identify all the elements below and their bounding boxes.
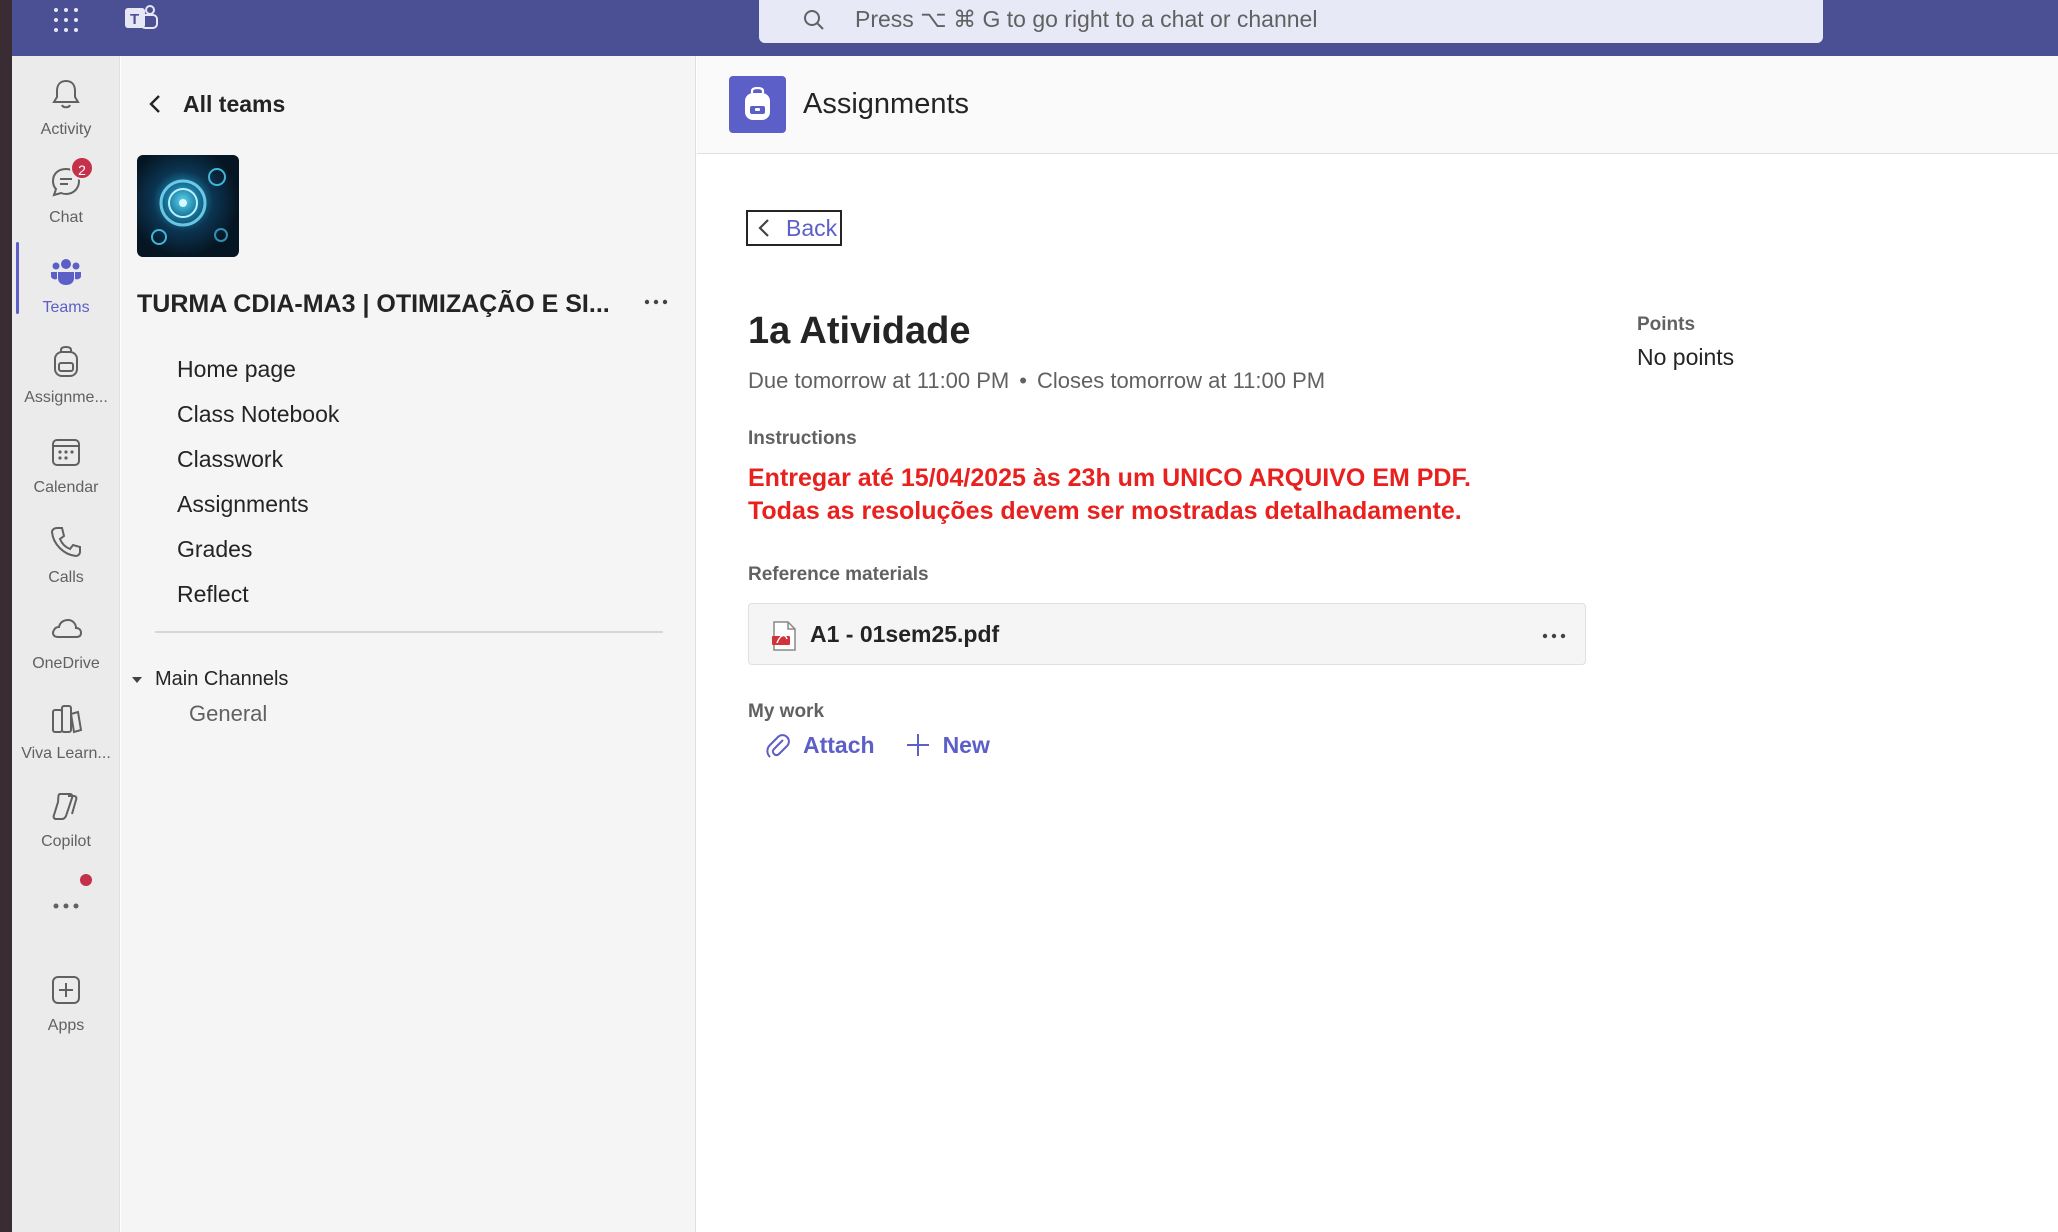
rail-item-copilot[interactable]: Copilot — [12, 778, 120, 862]
assignment-pane: Assignments Back 1a Atividade Due tomorr… — [697, 56, 2058, 1232]
rail-label: Teams — [42, 299, 90, 316]
nav-divider — [155, 631, 663, 633]
team-more-options-icon[interactable] — [641, 286, 671, 316]
instructions-text: Entregar até 15/04/2025 às 23h um UNICO … — [748, 462, 1471, 528]
rail-item-onedrive[interactable]: OneDrive — [12, 600, 120, 684]
all-teams-button[interactable]: All teams — [145, 84, 285, 124]
add-app-icon — [52, 976, 80, 1004]
phone-icon — [50, 527, 81, 558]
my-work-actions: Attach New — [765, 731, 990, 759]
plus-icon — [906, 734, 929, 756]
attach-label: Attach — [803, 731, 875, 758]
nav-link-home-page[interactable]: Home page — [177, 356, 296, 383]
nav-link-classwork[interactable]: Classwork — [177, 446, 283, 473]
instructions-label: Instructions — [748, 428, 857, 449]
rail-item-viva-learning[interactable]: Viva Learn... — [12, 690, 120, 774]
points-label: Points — [1637, 314, 1696, 335]
title-bar: T Press ⌥ ⌘ G to go right to a chat or c… — [0, 0, 2058, 56]
rail-label: Assignme... — [24, 389, 108, 406]
calendar-icon — [52, 439, 80, 466]
window-edge — [0, 0, 12, 1232]
rail-label: OneDrive — [32, 655, 100, 672]
team-avatar — [137, 155, 239, 257]
assignment-title: 1a Atividade — [748, 310, 971, 352]
chat-badge: 2 — [70, 156, 94, 180]
notification-dot — [80, 874, 92, 886]
all-teams-label: All teams — [183, 90, 286, 117]
nav-link-assignments[interactable]: Assignments — [177, 491, 309, 518]
nav-link-reflect[interactable]: Reflect — [177, 581, 249, 608]
app-launcher-icon[interactable] — [52, 6, 80, 34]
app-header: Assignments — [697, 56, 2058, 154]
channel-general[interactable]: General — [189, 701, 267, 727]
due-date: Due tomorrow at 11:00 PM — [748, 368, 1010, 393]
rail-item-teams[interactable]: Teams — [12, 244, 120, 328]
new-label: New — [942, 731, 990, 758]
rail-label: Activity — [40, 121, 92, 138]
paperclip-icon — [766, 734, 790, 758]
rail-label: Calls — [48, 569, 84, 586]
backpack-icon — [745, 87, 770, 120]
rail-label: Copilot — [41, 833, 91, 850]
new-button[interactable]: New — [905, 732, 990, 759]
rail-item-calls[interactable]: Calls — [12, 514, 120, 598]
page-title: Assignments — [803, 88, 970, 120]
app-rail: Activity Chat 2 Teams Assignme... Calend… — [12, 56, 120, 1232]
copilot-icon — [52, 793, 78, 820]
rail-item-chat[interactable]: Chat — [12, 154, 120, 238]
rail-item-more[interactable] — [12, 866, 120, 926]
search-box[interactable]: Press ⌥ ⌘ G to go right to a chat or cha… — [759, 0, 1823, 43]
team-image-icon — [151, 168, 228, 245]
reference-file-name: A1 - 01sem25.pdf — [810, 621, 1000, 647]
chevron-left-icon — [758, 219, 769, 237]
due-info: Due tomorrow at 11:00 PM • Closes tomorrow… — [748, 368, 1325, 394]
my-work-label: My work — [748, 701, 825, 722]
teams-logo-icon: T — [125, 5, 158, 29]
close-date: Closes tomorrow at 11:00 PM — [1036, 368, 1326, 393]
nav-link-class-notebook[interactable]: Class Notebook — [177, 401, 339, 428]
reference-materials-label: Reference materials — [748, 564, 929, 585]
instructions-line: Todas as resoluções devem ser mostradas … — [748, 497, 1462, 525]
rail-label: Chat — [49, 209, 83, 226]
backpack-icon — [54, 345, 78, 377]
channels-header-label: Main Channels — [155, 668, 289, 690]
search-placeholder: Press ⌥ ⌘ G to go right to a chat or cha… — [855, 6, 1318, 32]
reference-file-card[interactable]: A1 - 01sem25.pdf — [748, 603, 1586, 665]
team-name: TURMA CDIA-MA3 | OTIMIZAÇÃO E SI... — [137, 290, 610, 318]
caret-down-icon — [132, 676, 142, 683]
pdf-file-icon — [772, 621, 796, 651]
teams-icon — [51, 259, 81, 285]
rail-item-activity[interactable]: Activity — [12, 66, 120, 150]
rail-label: Calendar — [33, 479, 99, 496]
points-value: No points — [1637, 344, 1735, 370]
back-label: Back — [786, 214, 838, 241]
assignments-app-icon — [729, 76, 786, 133]
team-navigation: All teams TURMA CDIA-MA3 | OTIMIZAÇÃO E … — [121, 56, 696, 1232]
instructions-line: Entregar até 15/04/2025 às 23h um UNICO … — [748, 464, 1471, 492]
books-icon — [52, 705, 83, 734]
cloud-icon — [52, 618, 83, 638]
attach-button[interactable]: Attach — [765, 731, 875, 759]
rail-label: Apps — [47, 1017, 85, 1034]
channels-header[interactable]: Main Channels — [131, 668, 288, 691]
rail-item-assignments[interactable]: Assignme... — [12, 334, 120, 418]
svg-text:T: T — [130, 11, 139, 28]
chevron-left-icon — [149, 95, 160, 113]
due-separator: • — [1019, 368, 1027, 393]
rail-item-calendar[interactable]: Calendar — [12, 424, 120, 508]
bell-icon — [52, 79, 80, 109]
nav-link-grades[interactable]: Grades — [177, 536, 252, 563]
more-icon — [53, 903, 79, 909]
rail-item-apps[interactable]: Apps — [12, 962, 120, 1046]
rail-label: Viva Learn... — [21, 745, 111, 762]
file-more-options-icon[interactable] — [1539, 621, 1569, 651]
search-icon — [804, 10, 824, 30]
back-button[interactable]: Back — [746, 210, 842, 246]
